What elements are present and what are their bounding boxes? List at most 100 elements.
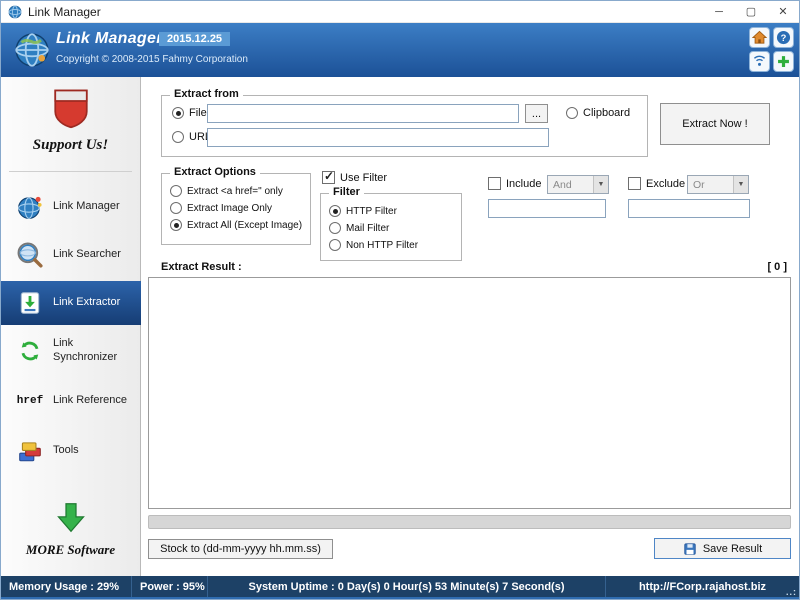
- http-filter-radio[interactable]: HTTP Filter: [329, 205, 397, 217]
- extract-result-label: Extract Result :: [161, 261, 242, 273]
- maximize-button[interactable]: ▢: [735, 1, 767, 22]
- radio-indicator: [329, 222, 341, 234]
- sidebar-item-label: Link Searcher: [53, 248, 121, 261]
- power-status: Power : 95%: [132, 576, 208, 597]
- sidebar-item-link-searcher[interactable]: Link Searcher: [1, 233, 141, 277]
- sidebar-item-link-synchronizer[interactable]: Link Synchronizer: [1, 329, 141, 373]
- header-quick-icons: ?: [749, 27, 794, 72]
- checkbox-indicator: [322, 169, 335, 184]
- extract-now-button[interactable]: Extract Now !: [660, 103, 770, 145]
- checkbox-indicator: [628, 177, 641, 190]
- sidebar-item-link-extractor[interactable]: Link Extractor: [1, 281, 141, 325]
- include-pattern-input[interactable]: [488, 199, 606, 218]
- extract-href-only-radio[interactable]: Extract <a href=" only: [170, 185, 283, 197]
- radio-indicator: [329, 205, 341, 217]
- radio-indicator: [170, 185, 182, 197]
- sidebar-item-link-reference[interactable]: href Link Reference: [1, 379, 141, 423]
- status-bar: Memory Usage : 29% Power : 95% System Up…: [1, 576, 799, 597]
- support-shield-icon: [53, 89, 88, 129]
- url-radio[interactable]: URL: [172, 131, 211, 143]
- extract-image-only-radio[interactable]: Extract Image Only: [170, 202, 272, 214]
- extract-options-legend: Extract Options: [170, 166, 260, 178]
- website-link[interactable]: http://FCorp.rajahost.biz: [606, 576, 799, 597]
- filter-legend: Filter: [329, 186, 364, 198]
- window-title: Link Manager: [28, 4, 101, 19]
- home-icon[interactable]: [749, 27, 770, 48]
- file-path-input[interactable]: [207, 104, 519, 123]
- sidebar-item-label: Link Extractor: [53, 296, 121, 309]
- more-software-button[interactable]: MORE Software: [1, 501, 140, 558]
- exclude-operator-select[interactable]: Or ▼: [687, 175, 749, 194]
- clipboard-radio[interactable]: Clipboard: [566, 107, 630, 119]
- exclude-checkbox[interactable]: Exclude: [628, 177, 685, 190]
- sidebar-divider: [9, 171, 132, 172]
- resize-grip[interactable]: ..:: [786, 587, 797, 597]
- filter-group: Filter HTTP Filter Mail Filter Non HTTP …: [320, 186, 462, 261]
- href-icon: href: [16, 395, 44, 407]
- extract-result-count: [ 0 ]: [767, 261, 787, 273]
- radio-indicator: [566, 107, 578, 119]
- save-result-label: Save Result: [702, 542, 763, 555]
- url-input[interactable]: [207, 128, 549, 147]
- use-filter-checkbox[interactable]: Use Filter: [322, 169, 387, 184]
- tools-icon: [17, 438, 43, 464]
- sidebar-item-label: Tools: [53, 444, 79, 457]
- sidebar-item-label: Link Manager: [53, 200, 120, 213]
- include-operator-select[interactable]: And ▼: [547, 175, 609, 194]
- stock-to-button[interactable]: Stock to (dd-mm-yyyy hh.mm.ss): [148, 539, 333, 559]
- close-button[interactable]: ✕: [767, 1, 799, 22]
- checkbox-indicator: [488, 177, 501, 190]
- app-logo-globe-icon: [15, 33, 49, 67]
- non-http-filter-radio[interactable]: Non HTTP Filter: [329, 239, 418, 251]
- radio-indicator: [172, 107, 184, 119]
- radio-indicator: [170, 202, 182, 214]
- system-uptime-status: System Uptime : 0 Day(s) 0 Hour(s) 53 Mi…: [208, 576, 606, 597]
- memory-usage-status: Memory Usage : 29%: [1, 576, 132, 597]
- sidebar-item-label: Link Synchronizer: [53, 337, 118, 363]
- link-manager-window: Link Manager ─ ▢ ✕ Link Manager 2015.12.…: [0, 0, 800, 600]
- minimize-button[interactable]: ─: [703, 1, 735, 22]
- exclude-pattern-input[interactable]: [628, 199, 750, 218]
- titlebar: Link Manager ─ ▢ ✕: [1, 1, 799, 23]
- extract-all-radio[interactable]: Extract All (Except Image): [170, 219, 302, 231]
- down-arrow-icon: [56, 503, 85, 533]
- sidebar-item-tools[interactable]: Tools: [1, 429, 141, 473]
- progress-bar: [148, 515, 791, 529]
- header-banner: Link Manager 2015.12.25 Copyright © 2008…: [1, 23, 799, 77]
- sync-icon: [17, 338, 43, 364]
- extract-options-group: Extract Options Extract <a href=" only E…: [161, 166, 311, 245]
- mail-filter-radio[interactable]: Mail Filter: [329, 222, 389, 234]
- svg-text:?: ?: [781, 33, 787, 43]
- sidebar-item-link-manager[interactable]: Link Manager: [1, 185, 141, 229]
- radio-indicator: [170, 219, 182, 231]
- file-radio[interactable]: File: [172, 107, 207, 119]
- extract-result-list[interactable]: [148, 277, 791, 509]
- version-badge: 2015.12.25: [159, 32, 231, 46]
- more-software-label: MORE Software: [25, 542, 116, 557]
- save-result-button[interactable]: Save Result: [654, 538, 791, 559]
- extract-icon: [17, 290, 43, 316]
- add-software-icon[interactable]: [773, 51, 794, 72]
- support-us-label: Support Us!: [32, 137, 109, 153]
- sidebar: Support Us! Link Manager Link Searcher L…: [1, 77, 141, 576]
- globe-icon: [8, 4, 22, 19]
- extract-from-legend: Extract from: [170, 88, 243, 100]
- extract-from-group: Extract from File ... Clipboard URL: [161, 88, 648, 157]
- app-title: Link Manager: [56, 30, 163, 47]
- include-checkbox[interactable]: Include: [488, 177, 541, 190]
- sidebar-item-label: Link Reference: [53, 394, 127, 407]
- window-bottom-border: [1, 597, 799, 599]
- magnifier-icon: [17, 242, 43, 268]
- main-panel: Extract from File ... Clipboard URL Extr…: [142, 77, 799, 576]
- radio-indicator: [329, 239, 341, 251]
- chevron-down-icon: ▼: [593, 176, 608, 193]
- copyright-text: Copyright © 2008-2015 Fahmy Corporation: [56, 54, 248, 65]
- network-signal-icon[interactable]: [749, 51, 770, 72]
- info-icon[interactable]: ?: [773, 27, 794, 48]
- radio-indicator: [172, 131, 184, 143]
- save-icon: [684, 542, 696, 555]
- support-us-button[interactable]: Support Us!: [1, 85, 140, 154]
- globe-icon: [17, 194, 43, 220]
- browse-button[interactable]: ...: [525, 104, 548, 123]
- chevron-down-icon: ▼: [733, 176, 748, 193]
